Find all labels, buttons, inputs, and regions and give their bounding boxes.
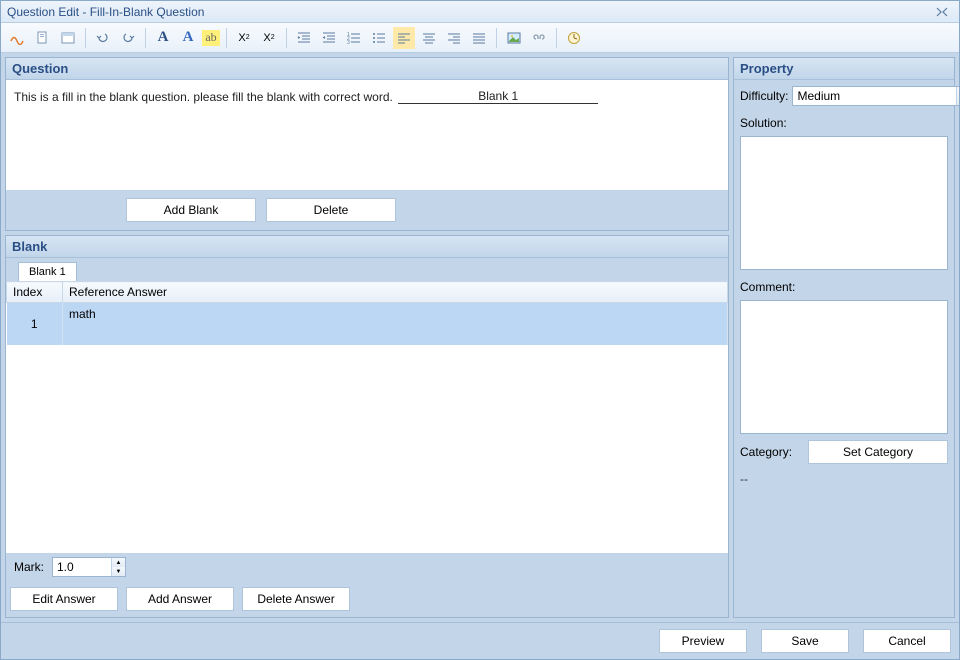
app-window: Question Edit - Fill-In-Blank Question A… bbox=[0, 0, 960, 660]
save-button[interactable]: Save bbox=[761, 629, 849, 653]
font-a-color-icon[interactable]: A bbox=[177, 27, 199, 49]
mark-input[interactable] bbox=[53, 558, 111, 576]
question-panel: Question This is a fill in the blank que… bbox=[5, 57, 729, 231]
table-empty-area bbox=[6, 345, 728, 554]
edit-answer-button[interactable]: Edit Answer bbox=[10, 587, 118, 611]
main-body: Question This is a fill in the blank que… bbox=[1, 53, 959, 622]
question-editor[interactable]: This is a fill in the blank question. pl… bbox=[6, 80, 728, 190]
answers-table-wrap: Index Reference Answer 1 math bbox=[6, 281, 728, 553]
svg-text:3: 3 bbox=[347, 40, 350, 44]
category-value: -- bbox=[740, 470, 948, 488]
right-column: Property Difficulty: ▼ Solution: Comment… bbox=[733, 57, 955, 618]
align-center-icon[interactable] bbox=[418, 27, 440, 49]
separator bbox=[496, 28, 497, 48]
footer: Preview Save Cancel bbox=[1, 622, 959, 659]
difficulty-input[interactable] bbox=[793, 87, 956, 105]
image-icon[interactable] bbox=[503, 27, 525, 49]
clock-icon[interactable] bbox=[563, 27, 585, 49]
align-justify-icon[interactable] bbox=[468, 27, 490, 49]
add-answer-button[interactable]: Add Answer bbox=[126, 587, 234, 611]
add-blank-button[interactable]: Add Blank bbox=[126, 198, 256, 222]
font-a-icon[interactable]: A bbox=[152, 27, 174, 49]
indent-increase-icon[interactable] bbox=[318, 27, 340, 49]
squiggle-icon[interactable] bbox=[7, 27, 29, 49]
col-reference-answer[interactable]: Reference Answer bbox=[63, 282, 728, 303]
property-header: Property bbox=[734, 58, 954, 80]
mark-spinner[interactable]: ▲ ▼ bbox=[52, 557, 126, 577]
separator bbox=[286, 28, 287, 48]
window-icon[interactable] bbox=[57, 27, 79, 49]
blank-header: Blank bbox=[6, 236, 728, 258]
list-numbered-icon[interactable]: 123 bbox=[343, 27, 365, 49]
separator bbox=[85, 28, 86, 48]
separator bbox=[556, 28, 557, 48]
property-spacer bbox=[740, 494, 948, 611]
cancel-button[interactable]: Cancel bbox=[863, 629, 951, 653]
page-icon[interactable] bbox=[32, 27, 54, 49]
align-left-icon[interactable] bbox=[393, 27, 415, 49]
mark-row: Mark: ▲ ▼ bbox=[6, 553, 728, 581]
cell-answer: math bbox=[63, 303, 728, 345]
separator bbox=[226, 28, 227, 48]
difficulty-row: Difficulty: ▼ bbox=[740, 86, 948, 106]
chevron-down-icon[interactable]: ▼ bbox=[956, 87, 959, 105]
window-title: Question Edit - Fill-In-Blank Question bbox=[7, 5, 204, 19]
close-icon[interactable] bbox=[931, 5, 953, 19]
left-column: Question This is a fill in the blank que… bbox=[5, 57, 729, 618]
comment-label: Comment: bbox=[740, 280, 948, 294]
align-right-icon[interactable] bbox=[443, 27, 465, 49]
difficulty-combo[interactable]: ▼ bbox=[792, 86, 959, 106]
delete-answer-button[interactable]: Delete Answer bbox=[242, 587, 350, 611]
property-panel: Property Difficulty: ▼ Solution: Comment… bbox=[733, 57, 955, 618]
redo-icon[interactable] bbox=[117, 27, 139, 49]
formatting-toolbar: A A ab X2 X2 123 bbox=[1, 23, 959, 53]
subscript-icon[interactable]: X2 bbox=[233, 27, 255, 49]
solution-label: Solution: bbox=[740, 116, 948, 130]
list-bullet-icon[interactable] bbox=[368, 27, 390, 49]
category-label: Category: bbox=[740, 445, 802, 459]
answer-button-row: Edit Answer Add Answer Delete Answer bbox=[6, 581, 728, 617]
separator bbox=[145, 28, 146, 48]
cell-index: 1 bbox=[7, 303, 63, 345]
delete-blank-button[interactable]: Delete bbox=[266, 198, 396, 222]
blank-panel: Blank Blank 1 Index Reference Answer bbox=[5, 235, 729, 618]
answers-table: Index Reference Answer 1 math bbox=[6, 281, 728, 345]
undo-icon[interactable] bbox=[92, 27, 114, 49]
question-text: This is a fill in the blank question. pl… bbox=[14, 90, 393, 104]
spin-down-icon[interactable]: ▼ bbox=[112, 567, 125, 576]
solution-textarea[interactable] bbox=[740, 136, 948, 270]
spin-up-icon[interactable]: ▲ bbox=[112, 558, 125, 567]
blank-placeholder[interactable]: Blank 1 bbox=[398, 89, 598, 104]
difficulty-label: Difficulty: bbox=[740, 89, 788, 103]
link-icon[interactable] bbox=[528, 27, 550, 49]
tab-blank1[interactable]: Blank 1 bbox=[18, 262, 77, 281]
category-row: Category: Set Category bbox=[740, 440, 948, 464]
set-category-button[interactable]: Set Category bbox=[808, 440, 948, 464]
indent-decrease-icon[interactable] bbox=[293, 27, 315, 49]
titlebar: Question Edit - Fill-In-Blank Question bbox=[1, 1, 959, 23]
mark-label: Mark: bbox=[14, 560, 44, 574]
question-header: Question bbox=[6, 58, 728, 80]
superscript-icon[interactable]: X2 bbox=[258, 27, 280, 49]
highlight-icon[interactable]: ab bbox=[202, 30, 220, 46]
table-row[interactable]: 1 math bbox=[7, 303, 728, 345]
comment-textarea[interactable] bbox=[740, 300, 948, 434]
blank-tabstrip: Blank 1 bbox=[6, 258, 728, 281]
property-body: Difficulty: ▼ Solution: Comment: Categor… bbox=[734, 80, 954, 617]
preview-button[interactable]: Preview bbox=[659, 629, 747, 653]
col-index[interactable]: Index bbox=[7, 282, 63, 303]
question-button-row: Add Blank Delete bbox=[6, 190, 728, 230]
